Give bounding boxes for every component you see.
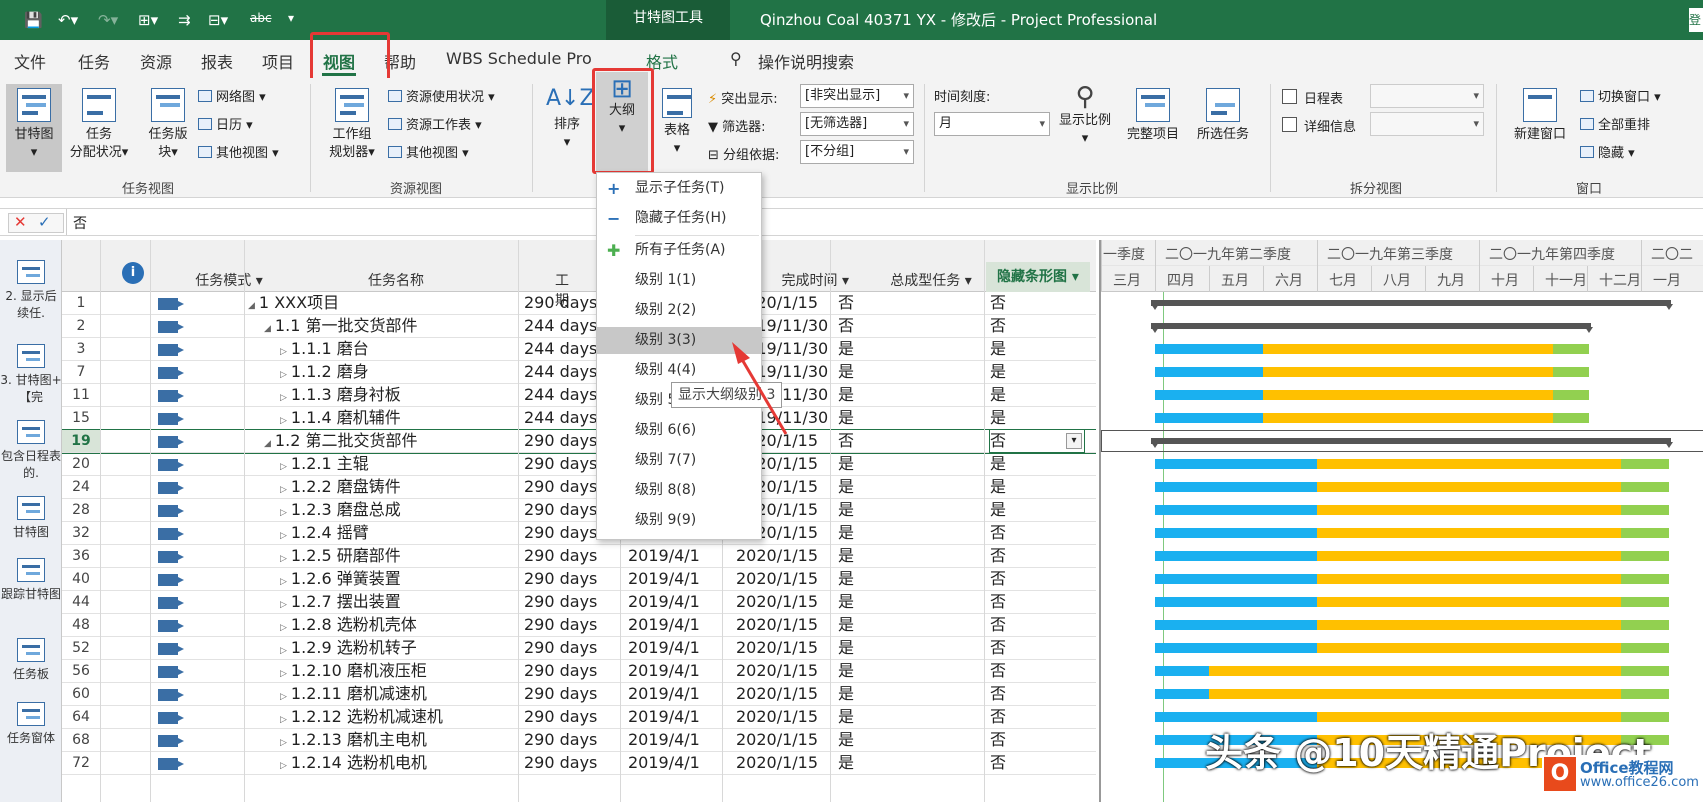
office-logo: O Office教程网 www.office26.com <box>1542 755 1699 793</box>
office-logo-icon: O <box>1544 757 1576 791</box>
logo-url: www.office26.com <box>1580 775 1699 790</box>
annotation-arrow <box>732 342 788 435</box>
